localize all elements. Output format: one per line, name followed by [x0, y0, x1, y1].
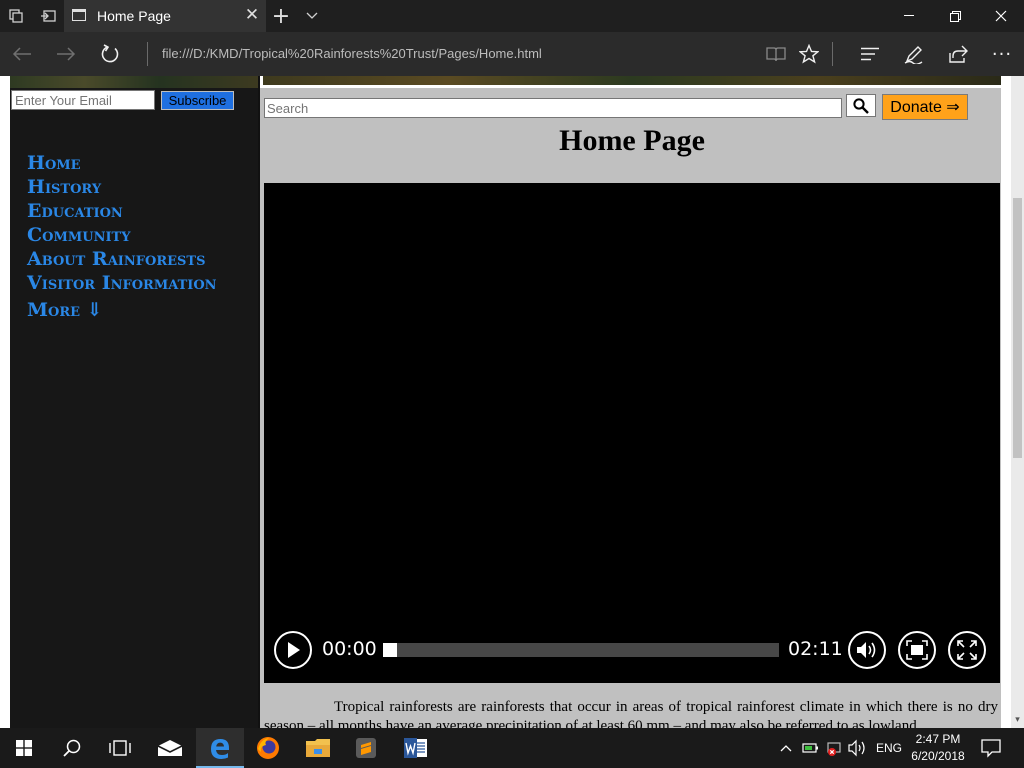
file-explorer-icon[interactable]	[294, 728, 342, 768]
nav-link-home[interactable]: Home	[27, 152, 81, 174]
nav-link-education[interactable]: Education	[27, 200, 123, 222]
firefox-icon[interactable]	[244, 728, 292, 768]
fullscreen-button[interactable]	[948, 631, 986, 669]
banner-image-right	[263, 76, 1001, 85]
play-icon	[288, 642, 300, 658]
back-icon[interactable]	[0, 32, 44, 76]
forward-icon[interactable]	[44, 32, 88, 76]
toolbar-separator	[832, 42, 833, 66]
clock-date[interactable]: 6/20/2018	[898, 749, 978, 763]
scrollbar-thumb[interactable]	[1013, 198, 1022, 458]
zoom-button[interactable]	[898, 631, 936, 669]
mail-icon[interactable]	[146, 728, 194, 768]
video-current-time: 00:00	[322, 638, 377, 660]
page-icon	[72, 9, 86, 21]
minimize-button[interactable]	[886, 0, 932, 32]
show-hidden-icons-icon[interactable]	[776, 738, 796, 758]
volume-icon	[857, 642, 876, 658]
search-icon	[853, 97, 869, 114]
volume-button[interactable]	[848, 631, 886, 669]
show-tabs-icon[interactable]	[32, 0, 64, 32]
page-viewport: Subscribe Home History Education Communi…	[0, 76, 1011, 728]
clock-time[interactable]: 2:47 PM	[898, 732, 978, 746]
start-icon[interactable]	[0, 728, 48, 768]
task-view-icon[interactable]	[96, 728, 144, 768]
notifications-icon[interactable]	[980, 738, 1002, 758]
address-separator	[147, 42, 148, 66]
search-input[interactable]	[264, 98, 842, 118]
close-tab-icon[interactable]: ✕	[242, 5, 262, 25]
zoom-icon	[906, 640, 928, 660]
fullscreen-icon	[957, 640, 977, 660]
nav-link-about-rainforests[interactable]: About Rainforests	[27, 248, 205, 270]
word-icon[interactable]	[392, 728, 440, 768]
banner-image-left	[10, 76, 258, 88]
browser-title-bar: Home Page ✕ +	[0, 0, 1024, 32]
tab-set-aside-icon[interactable]	[0, 0, 32, 32]
scroll-down-arrow-icon[interactable]: ▾	[1011, 712, 1024, 728]
sublime-text-icon[interactable]	[342, 728, 390, 768]
video-player[interactable]: 00:00 02:11	[264, 183, 1000, 683]
nav-link-more[interactable]: More ⇓	[27, 299, 103, 321]
play-button[interactable]	[274, 631, 312, 669]
tab-list-icon[interactable]	[298, 0, 326, 32]
close-window-button[interactable]	[978, 0, 1024, 32]
subscribe-button[interactable]: Subscribe	[161, 91, 234, 110]
share-icon[interactable]	[936, 32, 980, 76]
page-title: Home Page	[559, 124, 705, 157]
new-tab-icon[interactable]: +	[266, 0, 296, 32]
video-progress-bar[interactable]	[383, 643, 779, 657]
restore-button[interactable]	[932, 0, 978, 32]
network-icon[interactable]	[826, 739, 844, 757]
refresh-icon[interactable]	[88, 32, 132, 76]
video-duration: 02:11	[788, 638, 843, 660]
nav-link-community[interactable]: Community	[27, 224, 130, 246]
nav-link-history[interactable]: History	[27, 176, 101, 198]
video-progress-thumb[interactable]	[383, 643, 397, 657]
tab-title: Home Page	[97, 8, 171, 24]
volume-icon[interactable]	[848, 739, 868, 757]
search-icon[interactable]	[48, 728, 96, 768]
nav-link-visitor-information[interactable]: Visitor Information	[27, 272, 217, 294]
address-bar-row: file:///D:/KMD/Tropical%20Rainforests%20…	[0, 32, 1024, 76]
taskbar: ENG 2:47 PM 6/20/2018	[0, 728, 1024, 768]
favorite-star-icon[interactable]	[787, 32, 831, 76]
donate-button[interactable]: Donate ⇒	[882, 94, 968, 120]
battery-icon[interactable]	[802, 739, 820, 757]
notes-pen-icon[interactable]	[892, 32, 936, 76]
email-field[interactable]	[11, 90, 155, 110]
address-field[interactable]: file:///D:/KMD/Tropical%20Rainforests%20…	[162, 46, 542, 61]
browser-tab[interactable]: Home Page ✕	[64, 0, 266, 32]
edge-icon[interactable]	[196, 728, 244, 768]
intro-paragraph: Tropical rainforests are rainforests tha…	[264, 699, 998, 728]
hub-icon[interactable]	[848, 32, 892, 76]
search-button[interactable]	[846, 94, 876, 117]
more-icon[interactable]: ···	[980, 32, 1024, 76]
